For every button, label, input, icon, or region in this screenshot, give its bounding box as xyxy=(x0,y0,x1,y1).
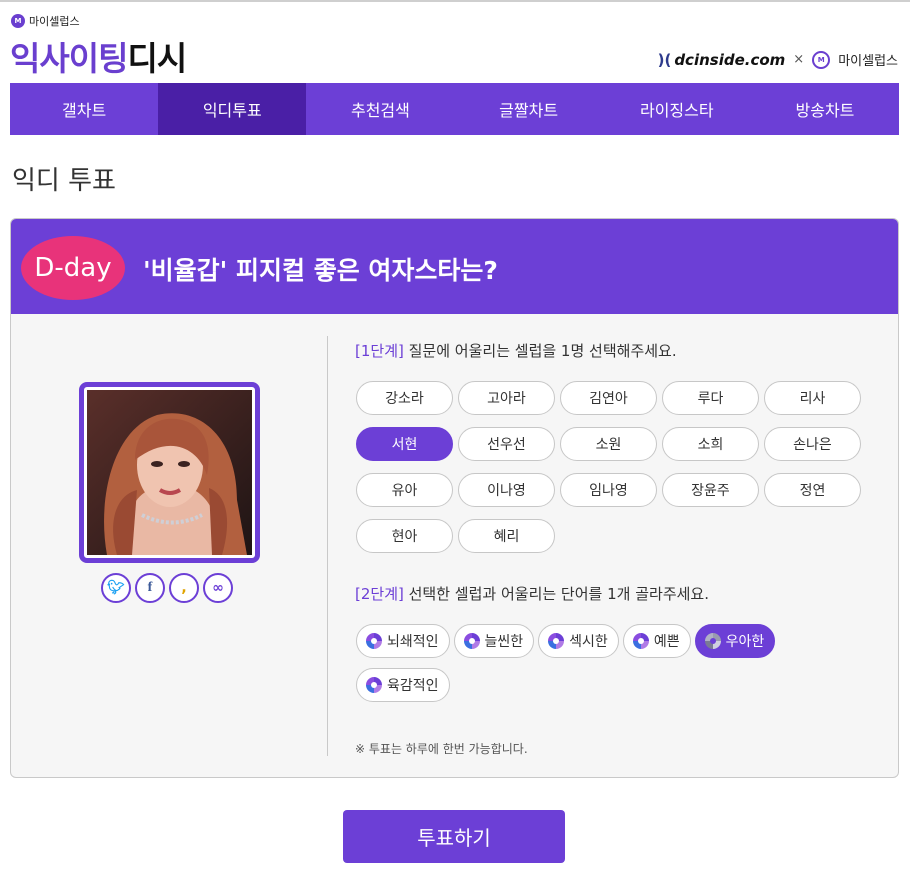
site-logo[interactable]: 익사이팅디시 xyxy=(10,32,187,80)
celeb-option[interactable]: 정연 xyxy=(764,473,861,507)
mycelebs-partner-logo-icon: M xyxy=(812,50,831,69)
facebook-icon[interactable]: f xyxy=(135,573,165,603)
page-title: 익디 투표 xyxy=(12,166,116,196)
word-option[interactable]: 뇌쇄적인 xyxy=(356,624,450,658)
partner-name[interactable]: 마이셀럽스 xyxy=(838,50,898,69)
step1-tag: [1단계] xyxy=(355,342,404,360)
site-logo-purple-text: 익사이팅 xyxy=(10,39,128,78)
site-logo-black-text: 디시 xyxy=(127,39,187,78)
partner-cross: × xyxy=(793,52,805,67)
nav-item-broadcast-chart[interactable]: 방송차트 xyxy=(751,83,899,135)
celeb-option[interactable]: 임나영 xyxy=(560,473,657,507)
word-icon xyxy=(632,633,649,649)
mycelebs-logo-icon: M xyxy=(11,14,25,28)
main-nav: 갤차트 익디투표 추천검색 글짤차트 라이징스타 방송차트 xyxy=(10,83,899,135)
nav-item-vote[interactable]: 익디투표 xyxy=(158,83,307,135)
step2-instruction: [2단계] 선택한 셀럽과 어울리는 단어를 1개 골라주세요. xyxy=(355,583,709,604)
word-option[interactable]: 섹시한 xyxy=(538,624,619,658)
celeb-option[interactable]: 손나은 xyxy=(764,427,861,461)
celeb-option[interactable]: 루다 xyxy=(662,381,759,415)
dday-badge: D-day xyxy=(21,236,125,300)
kakao-icon[interactable]: , xyxy=(169,573,199,603)
word-option[interactable]: 예쁜 xyxy=(622,624,691,658)
step1-text: 질문에 어울리는 셀럽을 1명 선택해주세요. xyxy=(403,342,677,360)
celeb-option[interactable]: 강소라 xyxy=(356,381,453,415)
celeb-option[interactable]: 소희 xyxy=(662,427,759,461)
step1-instruction: [1단계] 질문에 어울리는 셀럽을 1명 선택해주세요. xyxy=(355,340,677,361)
celeb-option[interactable]: 현아 xyxy=(356,519,453,553)
celeb-option[interactable]: 소원 xyxy=(560,427,657,461)
celeb-option[interactable]: 장윤주 xyxy=(662,473,759,507)
word-option-selected[interactable]: 우아한 xyxy=(694,624,776,658)
dcinside-logo[interactable]: )(dcinside.com xyxy=(658,51,786,69)
brand-small-label: 마이셀럽스 xyxy=(29,15,80,28)
word-label: 육감적인 xyxy=(387,678,439,694)
share-buttons: 🐦︎ f , ∞ xyxy=(101,573,233,603)
partner-logos: )(dcinside.com × M 마이셀럽스 xyxy=(658,50,898,69)
step2-text: 선택한 셀럽과 어울리는 단어를 1개 골라주세요. xyxy=(403,585,709,603)
vote-card: D-day '비율갑' 피지컬 좋은 여자스타는? 🐦︎ f , ∞ [1단계]… xyxy=(10,218,899,778)
nav-item-gallchart[interactable]: 갤차트 xyxy=(10,83,158,135)
nav-item-post-chart[interactable]: 글짤차트 xyxy=(455,83,603,135)
word-icon xyxy=(366,677,382,693)
word-options: 뇌쇄적인 늘씬한 섹시한 예쁜 우아한 육감적인 xyxy=(356,624,866,702)
word-icon xyxy=(704,633,721,649)
nav-item-recommend-search[interactable]: 추천검색 xyxy=(306,83,454,135)
twitter-icon[interactable]: 🐦︎ xyxy=(101,573,131,603)
link-icon[interactable]: ∞ xyxy=(203,573,233,603)
celeb-photo xyxy=(87,390,252,555)
word-label: 늘씬한 xyxy=(484,634,524,650)
word-option[interactable]: 늘씬한 xyxy=(453,624,535,658)
vertical-divider xyxy=(327,336,328,756)
word-option[interactable]: 육감적인 xyxy=(356,668,450,702)
word-label: 뇌쇄적인 xyxy=(387,634,439,650)
celeb-option[interactable]: 혜리 xyxy=(458,519,555,553)
celeb-option[interactable]: 리사 xyxy=(764,381,861,415)
celeb-photo-frame xyxy=(79,382,260,563)
word-icon xyxy=(548,633,565,649)
vote-note: ※ 투표는 하루에 한번 가능합니다. xyxy=(355,742,528,756)
vote-card-header: D-day '비율갑' 피지컬 좋은 여자스타는? xyxy=(11,219,898,314)
step2-tag: [2단계] xyxy=(355,585,404,603)
word-icon xyxy=(463,633,480,649)
word-label: 섹시한 xyxy=(569,634,608,650)
vote-button[interactable]: 투표하기 xyxy=(343,810,565,863)
dcinside-label: dcinside.com xyxy=(674,50,786,69)
celeb-options: 강소라 고아라 김연아 루다 리사 서현 선우선 소원 소희 손나은 유아 이나… xyxy=(356,381,866,553)
celeb-option[interactable]: 이나영 xyxy=(458,473,555,507)
word-label: 예쁜 xyxy=(653,634,680,650)
word-label: 우아한 xyxy=(725,634,765,650)
nav-item-rising-star[interactable]: 라이징스타 xyxy=(603,83,751,135)
celeb-option[interactable]: 김연아 xyxy=(560,381,657,415)
celeb-option[interactable]: 고아라 xyxy=(458,381,555,415)
celeb-option[interactable]: 유아 xyxy=(356,473,453,507)
brand-small[interactable]: M 마이셀럽스 xyxy=(11,13,80,29)
vote-question: '비율갑' 피지컬 좋은 여자스타는? xyxy=(143,256,498,285)
top-border-line xyxy=(0,0,910,2)
celeb-option-selected[interactable]: 서현 xyxy=(356,427,453,461)
dcinside-mark-icon: )( xyxy=(657,50,672,69)
celeb-option[interactable]: 선우선 xyxy=(458,427,555,461)
word-icon xyxy=(366,633,382,649)
